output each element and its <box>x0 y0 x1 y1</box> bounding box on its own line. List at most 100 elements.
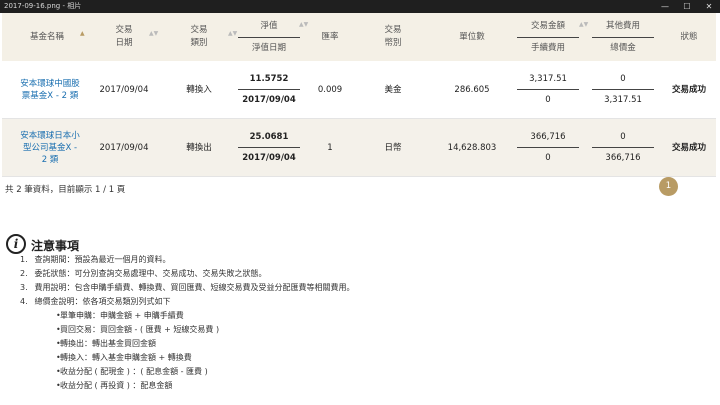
rate: 1 <box>327 142 333 153</box>
divider <box>517 36 579 38</box>
fund-name-line: 票基金X - 2 類 <box>21 90 79 101</box>
col-status-label: 狀態 <box>680 31 698 42</box>
col-rate: 匯率 <box>304 13 356 61</box>
col-total-label: 總價金 <box>610 42 636 53</box>
col-amount[interactable]: 交易金額 手續費用 <box>512 13 584 61</box>
divider <box>592 89 654 90</box>
list-item: 4. 總價金說明：依各項交易類別列式如下 <box>20 295 710 309</box>
nav-cell: 11.5752 2017/09/04 <box>234 61 304 118</box>
sub-list-text: 轉換出：轉出基金買回金額 <box>60 339 156 348</box>
table-row: 安本環球中國股 票基金X - 2 類 2017/09/04 轉換入 11.575… <box>2 61 716 119</box>
trade-date: 2017/09/04 <box>99 84 149 95</box>
sub-list-text: 單筆申購：申購金額 + 申購手續費 <box>60 311 184 320</box>
status-badge: 交易成功 <box>671 84 706 95</box>
fund-name-link[interactable]: 安本環球中國股 票基金X - 2 類 <box>10 61 90 118</box>
notice-title: 注意事項 <box>31 239 80 253</box>
sort-asc-icon[interactable]: ▲ <box>80 30 85 37</box>
nav-date: 2017/09/04 <box>242 95 296 105</box>
pagination-summary: 共 2 筆資料，目前顯示 1 / 1 頁 <box>5 185 126 195</box>
list-number: 3. <box>20 283 28 292</box>
list-number: 1. <box>20 255 28 264</box>
list-text: 委託狀態：可分別查詢交易處理中、交易成功、交易失敗之狀態。 <box>34 269 267 278</box>
sub-list-item: • 買回交易：買回金額 - ( 匯費 + 短線交易費 ) <box>20 323 710 337</box>
handling-fee: 0 <box>545 153 551 163</box>
handling-fee: 0 <box>545 95 551 105</box>
sub-list-item: • 轉換出：轉出基金買回金額 <box>20 337 710 351</box>
fund-name-line: 安本環球日本小 <box>20 130 80 141</box>
list-number: 4. <box>20 297 28 306</box>
col-trade-type-label-2: 類別 <box>190 38 208 48</box>
amount-value: 3,317.51 <box>529 74 567 84</box>
trade-date: 2017/09/04 <box>99 142 149 153</box>
bullet-icon: • <box>56 367 61 376</box>
total-price: 3,317.51 <box>604 95 642 105</box>
nav-cell: 25.0681 2017/09/04 <box>234 119 304 176</box>
sort-icon[interactable]: ▲▼ <box>149 30 158 37</box>
notice-list: 1. 查詢期間：預設為最近一個月的資料。 2. 委託狀態：可分別查詢交易處理中、… <box>20 253 710 393</box>
fund-name-link[interactable]: 安本環球日本小 型公司基金X - 2 類 <box>10 119 90 176</box>
close-icon[interactable]: ✕ <box>699 0 719 13</box>
amount-cell: 366,716 0 <box>512 119 584 176</box>
window-title: 2017-09-16.png - 相片 <box>4 2 82 10</box>
col-other-fee: 其他費用 總價金 <box>587 13 659 61</box>
bullet-icon: • <box>56 311 61 320</box>
col-currency-label-1: 交易 <box>384 25 402 35</box>
divider <box>517 89 579 90</box>
sub-list-text: 買回交易：買回金額 - ( 匯費 + 短線交易費 ) <box>60 325 220 334</box>
divider <box>238 89 300 90</box>
col-status: 狀態 <box>662 13 716 61</box>
sub-list-item: • 收益分配 ( 配現金 ) ：( 配息金額 - 匯費 ) <box>20 365 710 379</box>
units: 14,628.803 <box>447 142 497 153</box>
col-units: 單位數 <box>432 13 512 61</box>
sub-list-item: • 收益分配 ( 再投資 ) ：配息金額 <box>20 379 710 393</box>
divider <box>592 147 654 148</box>
divider <box>592 36 654 38</box>
amount-cell: 3,317.51 0 <box>512 61 584 118</box>
col-trade-date[interactable]: 交易 日期 <box>94 13 154 61</box>
col-currency-label-2: 幣別 <box>384 38 402 48</box>
bullet-icon: • <box>56 339 61 348</box>
info-icon: i <box>6 234 26 254</box>
bullet-icon: • <box>56 381 61 390</box>
col-fund-name[interactable]: 基金名稱 <box>2 13 92 61</box>
divider <box>517 147 579 148</box>
window-titlebar: 2017-09-16.png - 相片 — ☐ ✕ <box>0 0 720 13</box>
page-button-current[interactable]: 1 <box>659 177 678 196</box>
col-trade-date-label-1: 交易 <box>115 25 133 35</box>
status-badge: 交易成功 <box>671 142 706 153</box>
bullet-icon: • <box>56 353 61 362</box>
nav-date: 2017/09/04 <box>242 153 296 163</box>
trade-type: 轉換入 <box>186 84 212 95</box>
col-trade-type-label-1: 交易 <box>190 25 208 35</box>
col-units-label: 單位數 <box>459 31 485 42</box>
fund-name-line: 2 類 <box>41 154 59 165</box>
fund-name-line: 型公司基金X - <box>22 142 78 153</box>
list-item: 3. 費用說明：包含申購手續費、轉換費、買回匯費、短線交易費及受益分配匯費等相關… <box>20 281 710 295</box>
sub-list-text: 收益分配 ( 配現金 ) ：( 配息金額 - 匯費 ) <box>60 367 208 376</box>
currency: 美金 <box>384 84 402 95</box>
other-fee: 0 <box>620 132 626 142</box>
sub-list-item: • 轉換入：轉入基金申購金額 + 轉換費 <box>20 351 710 365</box>
amount-value: 366,716 <box>530 132 566 142</box>
minimize-icon[interactable]: — <box>655 0 675 13</box>
sub-list-item: • 單筆申購：申購金額 + 申購手續費 <box>20 309 710 323</box>
trade-type: 轉換出 <box>186 142 212 153</box>
col-nav-label: 淨值 <box>260 20 278 31</box>
divider <box>238 147 300 148</box>
col-trade-type[interactable]: 交易 類別 <box>164 13 234 61</box>
col-nav[interactable]: 淨值 淨值日期 <box>234 13 304 61</box>
divider <box>238 36 300 38</box>
col-nav-date-label: 淨值日期 <box>251 42 286 53</box>
sub-list-text: 收益分配 ( 再投資 ) ：配息金額 <box>60 381 173 390</box>
list-text: 查詢期間：預設為最近一個月的資料。 <box>34 255 171 264</box>
list-number: 2. <box>20 269 28 278</box>
maximize-icon[interactable]: ☐ <box>677 0 697 13</box>
rate: 0.009 <box>317 84 343 95</box>
col-trade-date-label-2: 日期 <box>115 38 133 48</box>
units: 286.605 <box>454 84 490 95</box>
list-item: 2. 委託狀態：可分別查詢交易處理中、交易成功、交易失敗之狀態。 <box>20 267 710 281</box>
fee-cell: 0 3,317.51 <box>587 61 659 118</box>
currency: 日幣 <box>384 142 402 153</box>
other-fee: 0 <box>620 74 626 84</box>
nav-value: 25.0681 <box>249 132 289 142</box>
